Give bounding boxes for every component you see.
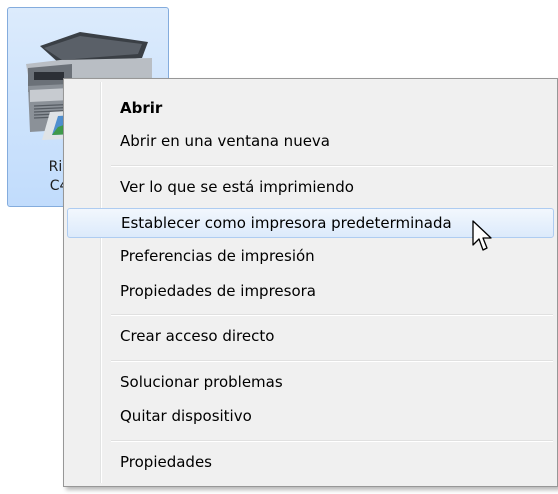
context-menu: Abrir Abrir en una ventana nueva Ver lo … [63, 78, 558, 487]
menu-item-create-shortcut[interactable]: Crear acceso directo [67, 322, 554, 352]
mouse-pointer-icon [472, 220, 492, 251]
menu-item-open-new-window[interactable]: Abrir en una ventana nueva [67, 127, 554, 157]
menu-item-properties[interactable]: Propiedades [67, 448, 554, 478]
menu-item-open[interactable]: Abrir [67, 94, 554, 124]
desktop-area: Ricoh C420 Abrir Abrir en una ventana nu… [0, 0, 558, 494]
menu-separator [111, 360, 553, 362]
menu-separator [111, 314, 553, 316]
menu-item-troubleshoot[interactable]: Solucionar problemas [67, 368, 554, 398]
menu-separator [111, 165, 553, 167]
menu-item-printer-properties[interactable]: Propiedades de impresora [67, 277, 554, 307]
menu-item-remove-device[interactable]: Quitar dispositivo [67, 402, 554, 432]
menu-item-see-printing[interactable]: Ver lo que se está imprimiendo [67, 173, 554, 203]
menu-separator [111, 440, 553, 442]
